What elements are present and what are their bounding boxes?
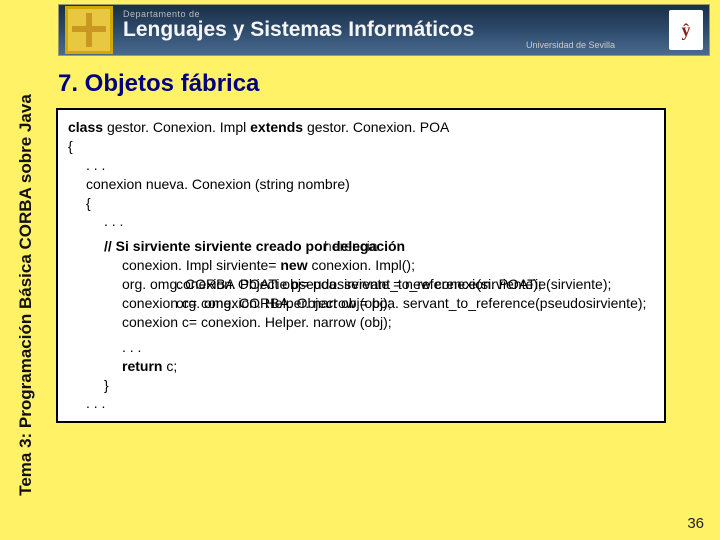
code-line: { (68, 138, 73, 154)
code-line: . . . (68, 212, 654, 231)
code-line-overlap: org. omg. CORBA Object obj= poa. servant… (68, 275, 654, 294)
sidebar-label: Tema 3: Programación Básica CORBA sobre … (16, 94, 36, 496)
code-line: class gestor. Conexion. Impl extends ges… (68, 119, 449, 135)
banner-text: Departamento de Lenguajes y Sistemas Inf… (123, 10, 665, 51)
header-banner: Departamento de Lenguajes y Sistemas Inf… (58, 4, 710, 56)
code-line: conexion c= conexion. Helper. narrow (ob… (68, 313, 654, 332)
code-block: class gestor. Conexion. Impl extends ges… (56, 108, 666, 423)
code-line: conexion nueva. Conexion (string nombre) (68, 175, 654, 194)
banner-main: Lenguajes y Sistemas Informáticos (123, 19, 665, 41)
banner-logo-icon (65, 6, 113, 54)
code-line: { (68, 194, 654, 213)
code-line: conexion. Impl sirviente= new conexion. … (68, 256, 654, 275)
section-heading: 7. Objetos fábrica (58, 70, 259, 98)
sidebar: Tema 3: Programación Básica CORBA sobre … (6, 60, 46, 530)
code-line: return c; (68, 357, 654, 376)
banner-university: Universidad de Sevilla (123, 41, 665, 50)
code-line: . . . (68, 338, 654, 357)
code-comment-overlap: // Si sirviente sirviente creado por del… (68, 237, 654, 256)
code-line: . . . (68, 156, 654, 175)
code-line: } (68, 376, 654, 395)
page-number: 36 (687, 515, 704, 532)
code-line-overlap: conexion c= conexion. Helper. narrow (ob… (68, 294, 654, 313)
university-crest-icon: ŷ (669, 10, 703, 50)
code-line: . . . (68, 394, 654, 413)
